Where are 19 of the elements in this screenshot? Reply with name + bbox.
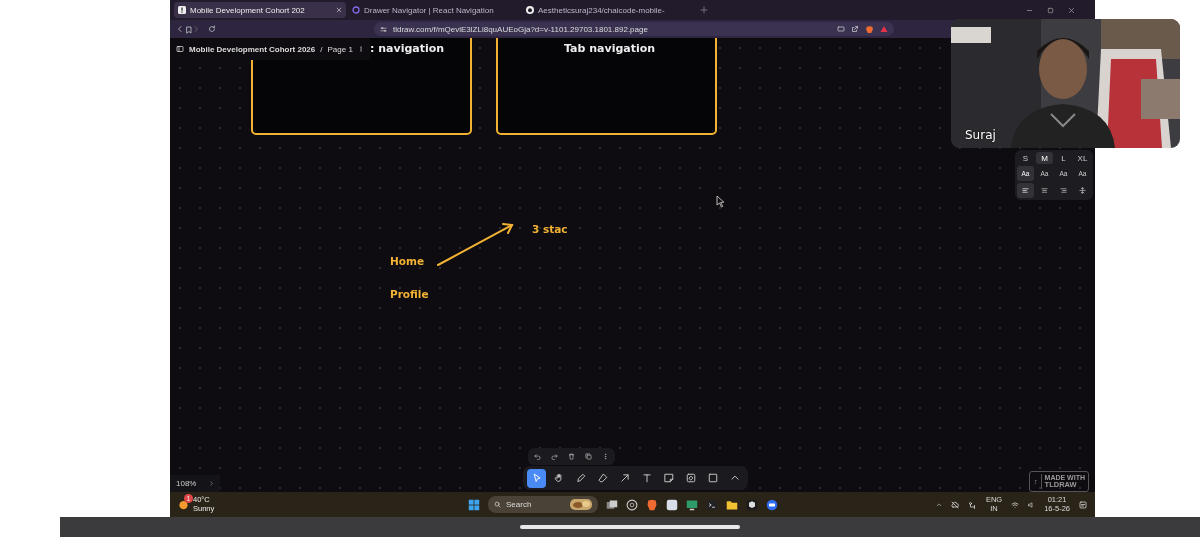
browser-tab[interactable]: Mobile Development Cohort 202 (174, 2, 346, 18)
canvas-label: 3 stac (532, 223, 568, 235)
address-bar[interactable]: tldraw.com/f/mQeviE3lZLi8quAUEoGja?d=v-1101.29703.1801.892.page (374, 22, 894, 36)
separator: / (320, 44, 323, 54)
participant-name: Suraj (965, 128, 996, 142)
size-option[interactable]: XL (1074, 152, 1091, 164)
search-field[interactable]: Search (488, 496, 598, 513)
document-name[interactable]: Mobile Development Cohort 2026 (189, 44, 316, 54)
browser-tab[interactable]: Drawer Navigator | React Navigation (348, 2, 520, 18)
canvas-label: Home (390, 255, 425, 267)
size-option[interactable]: S (1017, 152, 1034, 164)
canvas-label: Profile (390, 288, 429, 300)
frame-title: Tab navigation (564, 42, 656, 55)
zoom-menu[interactable]: 108% (170, 475, 220, 492)
size-option[interactable]: M (1036, 152, 1053, 164)
frame-title: : navigation (370, 42, 445, 55)
browser-tab[interactable]: Aestheticsuraj234/chaicode-mobile- (522, 2, 694, 18)
size-option[interactable]: L (1055, 152, 1072, 164)
page-name[interactable]: Page 1 (327, 44, 353, 54)
